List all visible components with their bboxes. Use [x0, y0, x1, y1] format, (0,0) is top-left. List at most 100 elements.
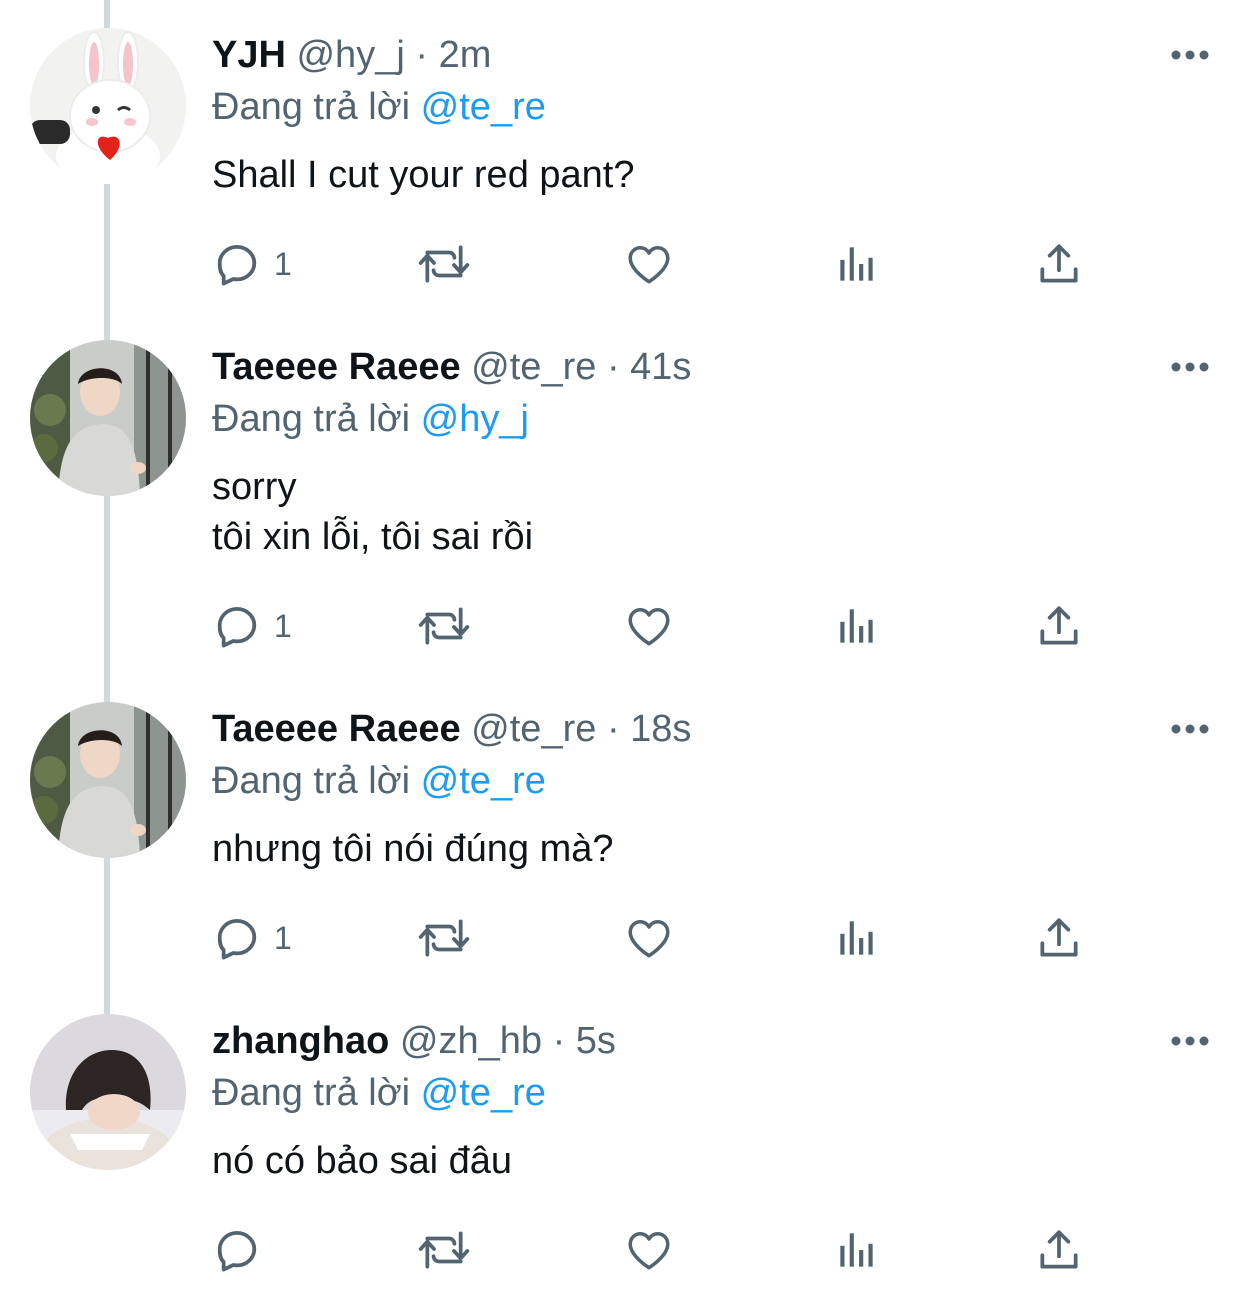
tweet-text-line: nhưng tôi nói đúng mà? [212, 828, 614, 870]
views-icon [840, 921, 873, 955]
retweet-icon [418, 919, 470, 957]
timestamp[interactable]: 18s [630, 708, 691, 750]
tweet[interactable]: zhanghao @zh_hb · 5s Đang trả lời @te_re… [0, 986, 1242, 1298]
avatar[interactable] [30, 1014, 186, 1170]
user-handle[interactable]: @zh_hb [400, 1020, 542, 1062]
mention-link[interactable]: @te_re [421, 760, 546, 802]
action-bar [212, 1222, 1112, 1282]
reply-icon [217, 919, 257, 960]
display-name[interactable]: Taeeee Raeee [212, 708, 461, 750]
heart-icon [628, 245, 670, 284]
tweet-text-line: nó có bảo sai đâu [212, 1140, 513, 1182]
replying-to: Đang trả lời @te_re [212, 82, 546, 132]
share-icon [1040, 244, 1078, 283]
retweet-icon [418, 607, 470, 645]
avatar[interactable] [30, 340, 186, 496]
tweet-text-line: sorry [212, 466, 297, 508]
like-button[interactable] [624, 1222, 674, 1278]
replying-to: Đang trả lời @te_re [212, 1068, 546, 1118]
avatar[interactable] [30, 28, 186, 184]
share-icon [1040, 1230, 1078, 1269]
like-button[interactable] [624, 598, 674, 654]
tweet-header: Taeeee Raeee @te_re · 18s [212, 704, 691, 754]
replying-to-label: Đang trả lời [212, 86, 411, 128]
retweet-button[interactable] [416, 1222, 472, 1278]
user-handle[interactable]: @hy_j [296, 34, 404, 76]
tweet-header: zhanghao @zh_hb · 5s [212, 1016, 616, 1066]
share-button[interactable] [1034, 1222, 1084, 1278]
views-button[interactable] [832, 1222, 882, 1278]
more-button[interactable] [1168, 714, 1212, 744]
views-icon [840, 609, 873, 643]
retweet-icon [418, 245, 470, 283]
reply-button[interactable]: 1 [212, 910, 292, 966]
tweet-header: Taeeee Raeee @te_re · 41s [212, 342, 691, 392]
retweet-button[interactable] [416, 910, 472, 966]
separator-dot: · [552, 1020, 566, 1062]
more-icon [1171, 1036, 1209, 1046]
tweet-text: nhưng tôi nói đúng mà? [212, 824, 614, 874]
reply-button[interactable] [212, 1222, 274, 1278]
mention-link[interactable]: @te_re [421, 1072, 546, 1114]
tweet-header: YJH @hy_j · 2m [212, 30, 491, 80]
retweet-button[interactable] [416, 236, 472, 292]
like-button[interactable] [624, 236, 674, 292]
views-button[interactable] [832, 236, 882, 292]
retweet-icon [418, 1231, 470, 1269]
heart-icon [628, 919, 670, 958]
separator-dot: · [415, 34, 428, 76]
share-icon [1040, 606, 1078, 645]
tweet-text: nó có bảo sai đâu [212, 1136, 512, 1186]
reply-icon [217, 607, 257, 648]
retweet-button[interactable] [416, 598, 472, 654]
heart-icon [628, 1231, 670, 1270]
user-handle[interactable]: @te_re [471, 708, 596, 750]
tweet-text-line: tôi xin lỗi, tôi sai rồi [212, 516, 534, 558]
reply-count: 1 [274, 245, 292, 282]
replying-to-label: Đang trả lời [212, 1072, 411, 1114]
tweet-text: sorry tôi xin lỗi, tôi sai rồi [212, 462, 533, 562]
tweet[interactable]: Taeeee Raeee @te_re · 41s Đang trả lời @… [0, 312, 1242, 648]
views-button[interactable] [832, 598, 882, 654]
more-button[interactable] [1168, 352, 1212, 382]
reply-icon [217, 1231, 257, 1272]
more-icon [1171, 50, 1209, 60]
heart-icon [628, 607, 670, 646]
replying-to-label: Đang trả lời [212, 760, 411, 802]
more-icon [1171, 724, 1209, 734]
more-button[interactable] [1168, 1026, 1212, 1056]
tweet-text-line: Shall I cut your red pant? [212, 154, 635, 196]
more-button[interactable] [1168, 40, 1212, 70]
reply-count: 1 [274, 607, 292, 644]
user-handle[interactable]: @te_re [471, 346, 596, 388]
mention-link[interactable]: @hy_j [421, 398, 529, 440]
separator-dot: · [606, 708, 620, 750]
views-button[interactable] [832, 910, 882, 966]
share-button[interactable] [1034, 598, 1084, 654]
display-name[interactable]: Taeeee Raeee [212, 346, 461, 388]
timestamp[interactable]: 2m [439, 34, 492, 76]
replying-to: Đang trả lời @te_re [212, 756, 546, 806]
avatar[interactable] [30, 702, 186, 858]
action-bar: 1 [212, 910, 1112, 970]
tweet[interactable]: Taeeee Raeee @te_re · 18s Đang trả lời @… [0, 674, 1242, 986]
display-name[interactable]: YJH [212, 34, 286, 76]
tweet-text: Shall I cut your red pant? [212, 150, 634, 200]
action-bar: 1 [212, 236, 1112, 296]
reply-button[interactable]: 1 [212, 236, 292, 292]
reply-button[interactable]: 1 [212, 598, 292, 654]
separator-dot: · [606, 346, 620, 388]
mention-link[interactable]: @te_re [421, 86, 546, 128]
replying-to: Đang trả lời @hy_j [212, 394, 529, 444]
display-name[interactable]: zhanghao [212, 1020, 389, 1062]
reply-icon [217, 245, 257, 286]
action-bar: 1 [212, 598, 1112, 658]
timestamp[interactable]: 5s [576, 1020, 616, 1062]
share-button[interactable] [1034, 236, 1084, 292]
like-button[interactable] [624, 910, 674, 966]
timestamp[interactable]: 41s [630, 346, 691, 388]
tweet[interactable]: YJH @hy_j · 2m Đang trả lời @te_re Shall… [0, 0, 1242, 312]
share-button[interactable] [1034, 910, 1084, 966]
more-icon [1171, 362, 1209, 372]
share-icon [1040, 918, 1078, 957]
